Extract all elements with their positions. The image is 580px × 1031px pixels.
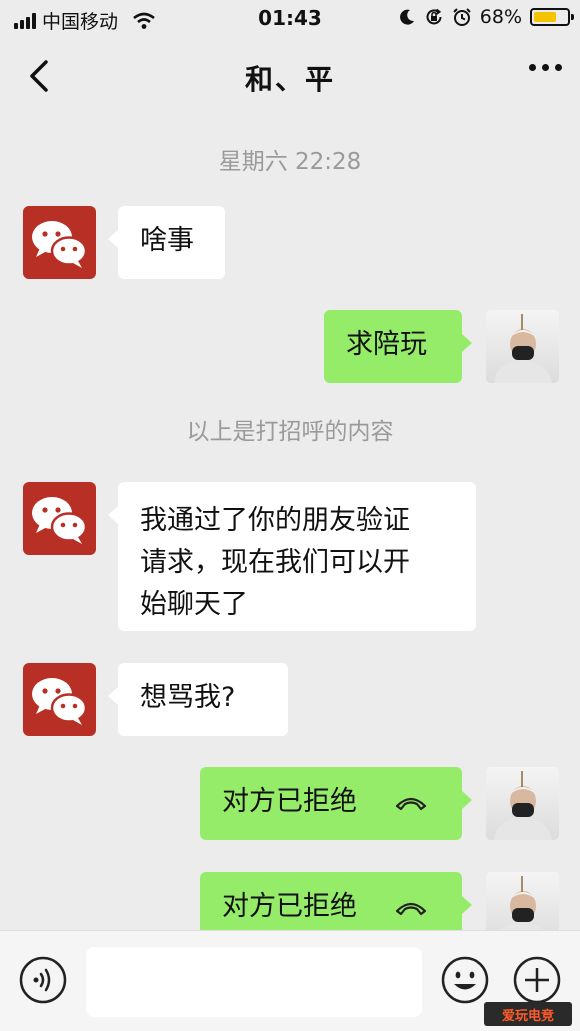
- phone-hangup-icon: [395, 902, 426, 915]
- plus-icon[interactable]: [512, 955, 562, 1005]
- rotation-lock-icon: [426, 8, 442, 25]
- message-bubble[interactable]: 想骂我?: [108, 663, 288, 736]
- more-dots-icon[interactable]: [529, 64, 562, 71]
- watermark-text: 爱玩电竞: [501, 1008, 554, 1024]
- message-text: 求陪玩: [346, 329, 427, 360]
- watermark-logo: 爱玩电竞: [484, 1002, 572, 1026]
- wechat-logo-icon: [32, 497, 88, 544]
- chat-message-list[interactable]: 星期六 22:28 啥事 求陪玩 以上是打招呼的内容 我通过了你的朋友验证 请求…: [0, 112, 580, 945]
- contact-avatar[interactable]: [23, 206, 96, 279]
- chat-timestamp: 星期六 22:28: [218, 149, 362, 175]
- phone-hangup-icon: [395, 797, 426, 810]
- battery-icon: [530, 8, 574, 26]
- message-bubble[interactable]: 我通过了你的朋友验证 请求，现在我们可以开 始聊天了: [108, 482, 476, 631]
- message-bubble[interactable]: 啥事: [108, 206, 225, 279]
- moon-icon: [399, 9, 414, 25]
- message-text: 想骂我?: [140, 682, 236, 713]
- status-right-group: 68%: [398, 6, 574, 28]
- message-text: 对方已拒绝: [222, 891, 357, 922]
- nav-bar: 和、平: [0, 40, 580, 112]
- user-avatar[interactable]: [486, 310, 559, 383]
- wechat-logo-icon: [32, 678, 88, 725]
- status-bar: 中国移动 01:43 68%: [0, 0, 580, 38]
- person-photo-icon: [494, 314, 552, 383]
- carrier-group: 中国移动: [14, 7, 156, 34]
- system-notice: 以上是打招呼的内容: [186, 419, 394, 445]
- message-text: 啥事: [140, 225, 194, 256]
- contact-avatar[interactable]: [23, 482, 96, 555]
- chevron-left-icon[interactable]: [20, 56, 60, 96]
- message-text-line: 始聊天了: [140, 589, 248, 620]
- signal-icon: [14, 12, 36, 29]
- message-input[interactable]: [86, 947, 422, 1017]
- message-bubble[interactable]: 求陪玩: [324, 310, 472, 383]
- contact-avatar[interactable]: [23, 663, 96, 736]
- voice-icon[interactable]: [18, 955, 68, 1005]
- message-text: 对方已拒绝: [222, 786, 357, 817]
- wifi-icon: [133, 12, 155, 29]
- chat-title: 和、平: [244, 63, 335, 96]
- user-avatar[interactable]: [486, 767, 559, 840]
- message-text-line: 我通过了你的朋友验证: [140, 505, 410, 536]
- alarm-icon: [453, 8, 471, 26]
- person-photo-icon: [494, 771, 552, 840]
- emoji-icon[interactable]: [440, 955, 490, 1005]
- message-text-line: 请求，现在我们可以开: [140, 547, 410, 578]
- wechat-logo-icon: [32, 221, 88, 268]
- call-record-bubble[interactable]: 对方已拒绝: [200, 767, 472, 840]
- battery-percent: 68%: [479, 6, 522, 28]
- carrier-name: 中国移动: [42, 11, 119, 33]
